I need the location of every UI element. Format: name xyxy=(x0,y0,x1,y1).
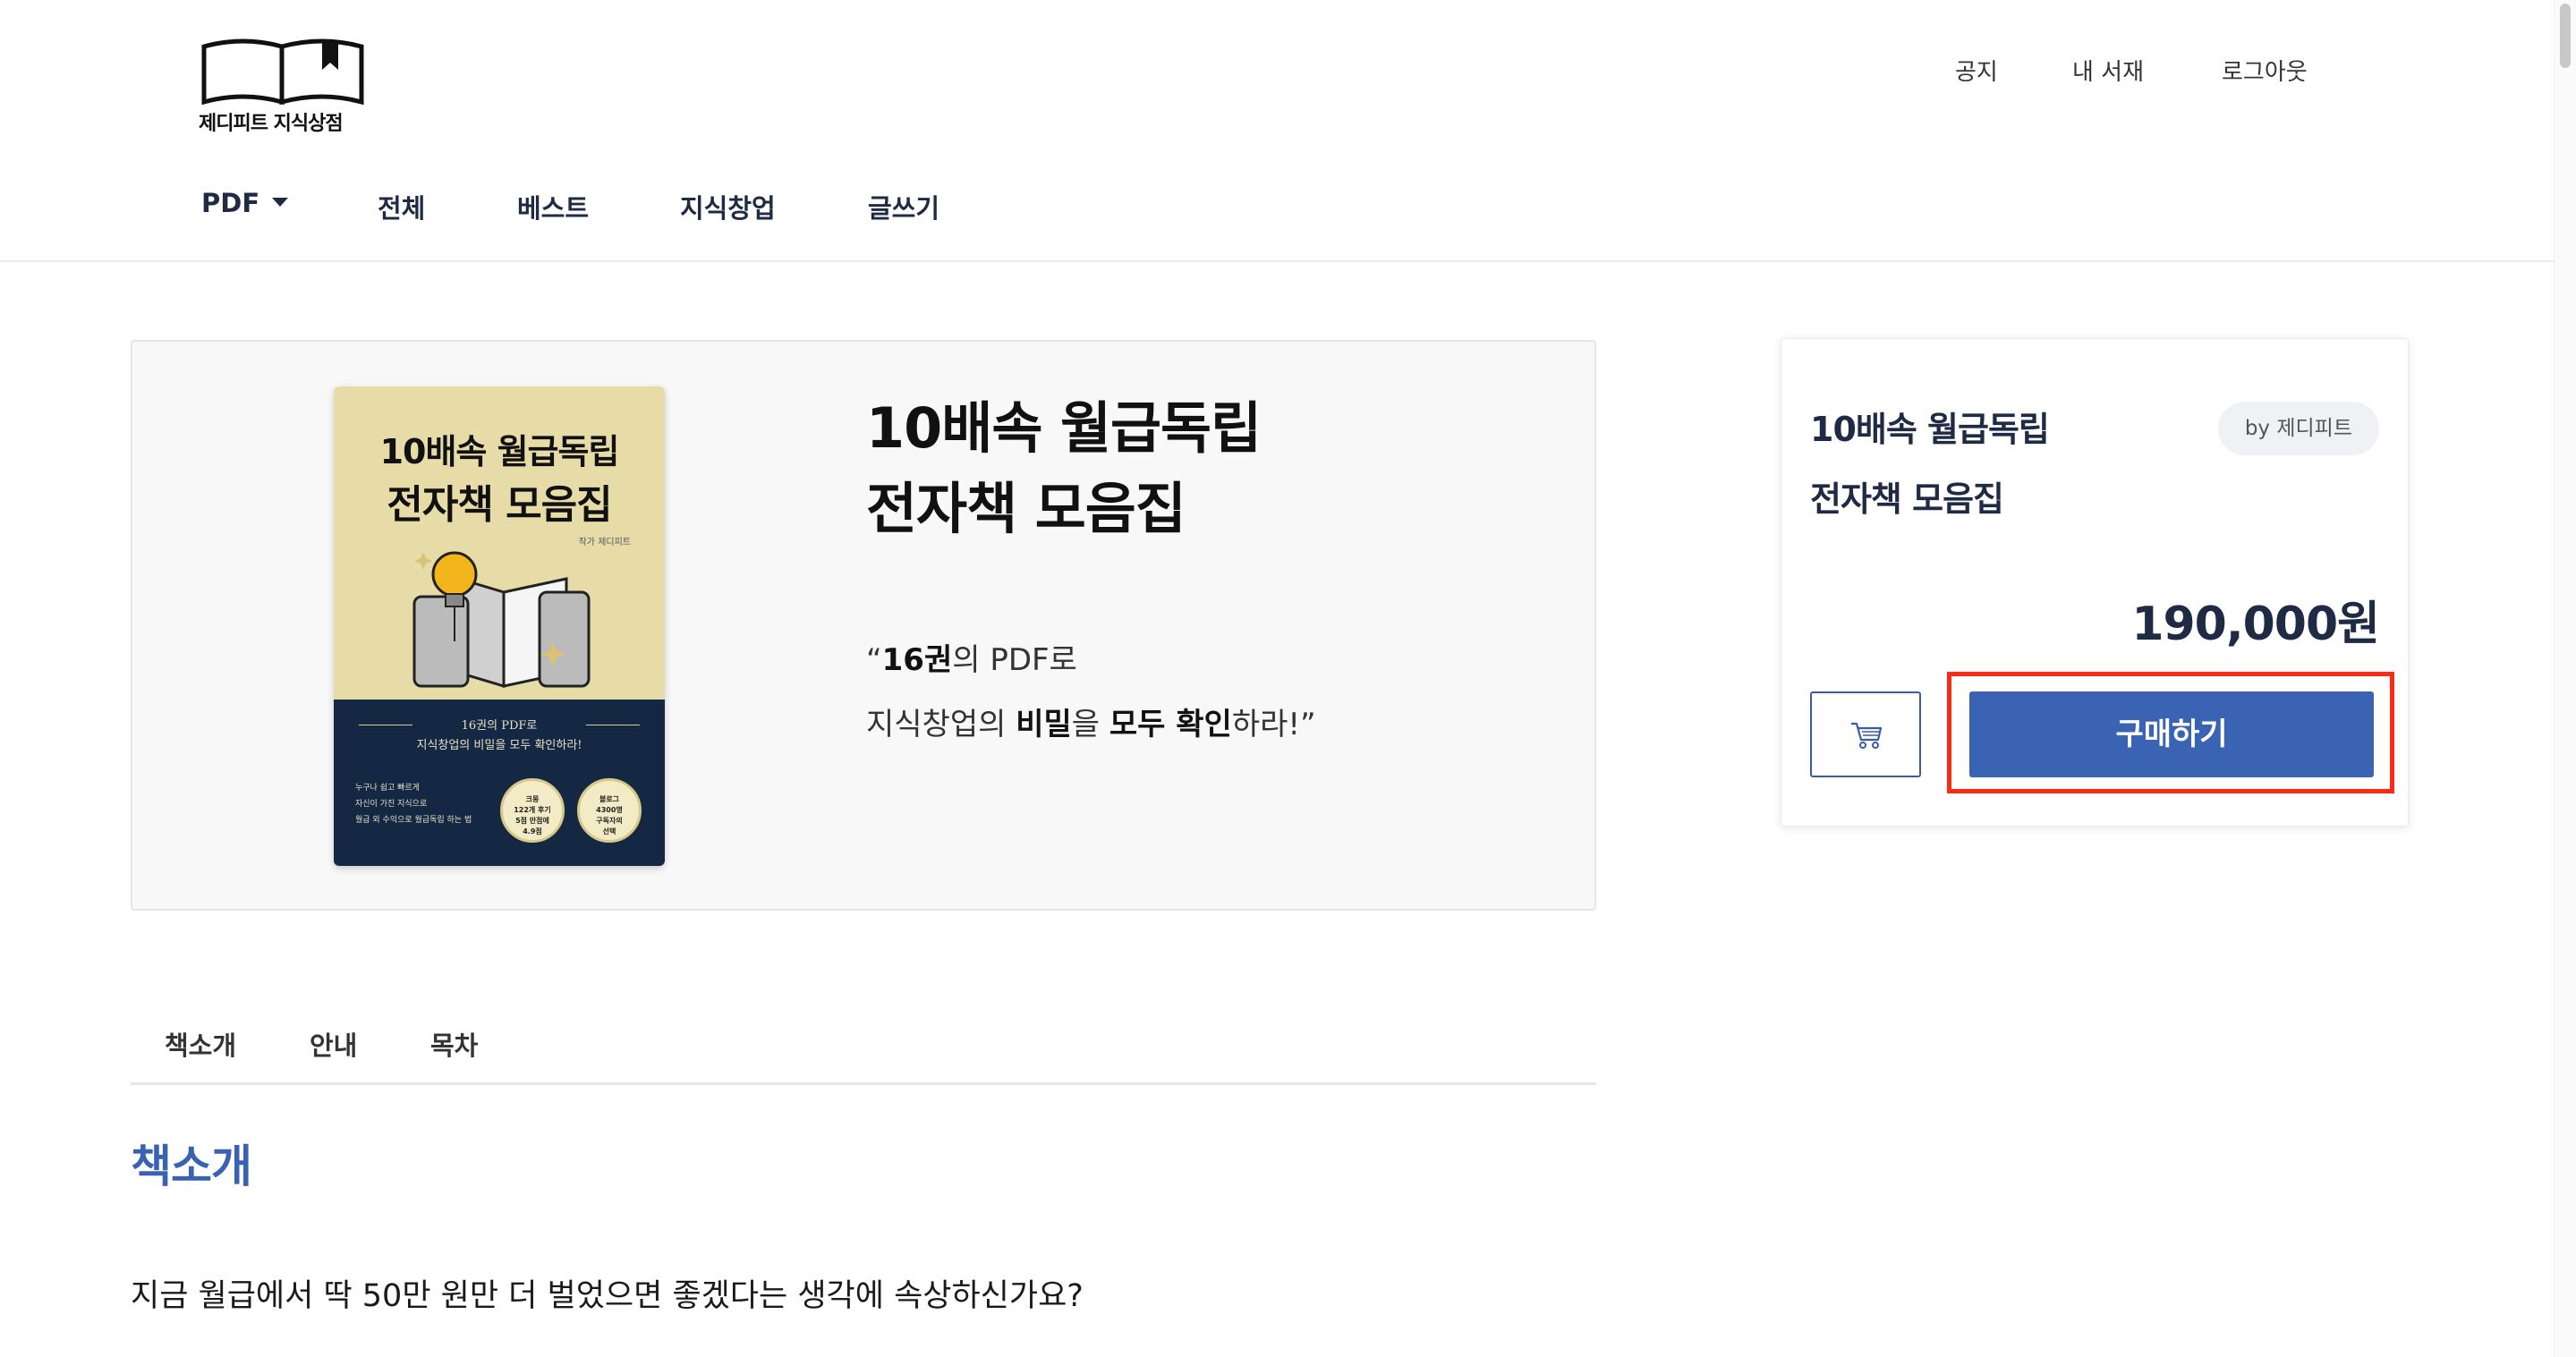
cover-badge-subscribers: 블로그 4300명 구독자의 선택 xyxy=(577,778,642,843)
tab-toc[interactable]: 목차 xyxy=(430,1025,478,1063)
book-cover-image: 10배속 월급독립 전자책 모음집 작가 제디피트 16권의 PDF로 지식창업… xyxy=(334,386,665,866)
cover-title-line1: 10배속 월급독립 xyxy=(379,432,620,471)
cover-tagline-line: 누구나 쉽고 빠르게 xyxy=(355,784,420,793)
purchase-title: 10배속 월급독립 전자책 모음집 xyxy=(1810,394,2050,534)
add-to-cart-button[interactable] xyxy=(1810,691,1921,777)
nav-all[interactable]: 전체 xyxy=(378,188,425,225)
author-chip[interactable]: by 제디피트 xyxy=(2217,402,2379,455)
tab-book-intro[interactable]: 책소개 xyxy=(165,1025,236,1063)
content-tabs: 책소개 안내 목차 xyxy=(131,1020,1596,1087)
quote-text: 지식창업의 xyxy=(866,707,1016,742)
product-quote: “16권의 PDF로 지식창업의 비밀을 모두 확인하라!” xyxy=(866,628,1316,757)
badge-line: 블로그 xyxy=(599,795,620,803)
cover-tagline-line: 자신이 가진 지식으로 xyxy=(355,800,428,809)
cover-tagline-line: 월급 외 수익으로 월급독립 하는 법 xyxy=(355,816,472,825)
badge-line: 크몽 xyxy=(525,795,540,803)
quote-bold-check-all: 모두 확인 xyxy=(1109,707,1232,742)
quote-open: “ xyxy=(866,642,882,678)
cover-subtitle-line2: 지식창업의 비밀을 모두 확인하라! xyxy=(416,739,582,752)
cover-tagline: 누구나 쉽고 빠르게 자신이 가진 지식으로 월급 외 수익으로 월급독립 하는… xyxy=(355,780,472,828)
badge-line: 4300명 xyxy=(596,806,623,814)
nav-pdf-label: PDF xyxy=(201,188,260,218)
header-divider xyxy=(0,260,2554,262)
cart-icon xyxy=(1851,722,1883,749)
notice-link[interactable]: 공지 xyxy=(1955,54,1998,87)
cover-badge-reviews: 크몽 122개 후기 5점 만점에 4.9점 xyxy=(500,778,565,843)
badge-line: 4.9점 xyxy=(523,827,542,835)
quote-line2: 지식창업의 비밀을 모두 확인하라!” xyxy=(866,692,1316,757)
buy-button[interactable]: 구매하기 xyxy=(1969,691,2374,777)
page: 제디피트 지식상점 공지 내 서재 로그아웃 PDF 전체 베스트 지식창업 글… xyxy=(0,0,2576,1357)
section-heading: 책소개 xyxy=(131,1141,252,1192)
nav-knowledge-startup[interactable]: 지식창업 xyxy=(680,188,776,225)
my-library-link[interactable]: 내 서재 xyxy=(2072,54,2144,87)
cover-subtitle-line1: 16권의 PDF로 xyxy=(461,719,538,733)
nav-pdf-dropdown[interactable]: PDF xyxy=(201,188,289,218)
product-title: 10배속 월급독립 전자책 모음집 xyxy=(866,388,1262,549)
quote-text: 의 PDF로 xyxy=(952,642,1077,678)
caret-down-icon xyxy=(272,198,289,207)
logo-text: 제디피트 지식상점 xyxy=(199,113,344,135)
main-nav: PDF 전체 베스트 지식창업 글쓰기 xyxy=(0,188,2576,227)
tabs-divider xyxy=(131,1082,1596,1085)
quote-text: 을 xyxy=(1071,707,1109,742)
top-links: 공지 내 서재 로그아웃 xyxy=(0,54,2576,89)
quote-text: 하라!” xyxy=(1231,707,1316,742)
intro-paragraph: 지금 월급에서 딱 50만 원만 더 벌었으면 좋겠다는 생각에 속상하신가요? xyxy=(131,1278,1084,1314)
lightbulb-book-illustration-icon xyxy=(412,551,591,689)
purchase-title-line1: 10배속 월급독립 xyxy=(1810,410,2050,449)
logout-link[interactable]: 로그아웃 xyxy=(2222,54,2308,87)
scrollbar-thumb[interactable] xyxy=(2560,4,2571,68)
product-title-line1: 10배속 월급독립 xyxy=(866,395,1262,461)
product-hero: 10배속 월급독립 전자책 모음집 작가 제디피트 16권의 PDF로 지식창업… xyxy=(131,340,1596,911)
badge-line: 5점 만점에 xyxy=(515,817,549,825)
product-title-line2: 전자책 모음집 xyxy=(866,476,1186,541)
tab-info[interactable]: 안내 xyxy=(310,1025,357,1063)
quote-line1: “16권의 PDF로 xyxy=(866,628,1316,692)
price: 190,000원 xyxy=(2131,598,2380,651)
badge-line: 122개 후기 xyxy=(514,806,551,814)
quote-bold-secret: 비밀 xyxy=(1016,707,1072,742)
quote-bold-16: 16권 xyxy=(881,642,953,678)
purchase-card: 10배속 월급독립 전자책 모음집 by 제디피트 190,000원 구매하기 xyxy=(1781,338,2409,827)
badge-line: 구독자의 xyxy=(596,817,623,825)
purchase-title-line2: 전자책 모음집 xyxy=(1810,479,2004,519)
badge-line: 선택 xyxy=(602,827,616,835)
nav-writing[interactable]: 글쓰기 xyxy=(868,188,939,225)
cover-title-line2: 전자책 모음집 xyxy=(387,482,612,528)
scrollbar[interactable] xyxy=(2554,0,2576,1357)
nav-best[interactable]: 베스트 xyxy=(517,188,589,225)
